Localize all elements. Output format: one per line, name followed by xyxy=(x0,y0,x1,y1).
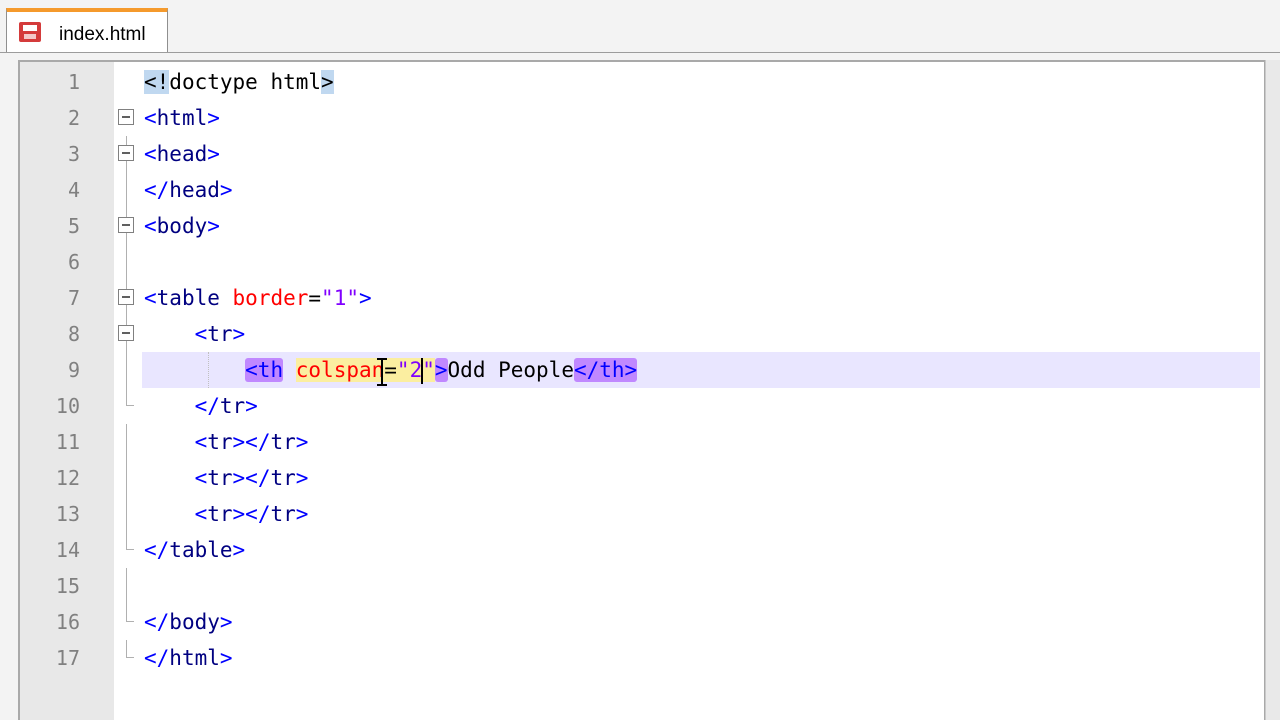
tab-index-html[interactable]: index.html xyxy=(6,8,168,52)
line-code: </html> xyxy=(144,646,233,670)
code-line: 12 <tr></tr> xyxy=(20,460,1264,496)
matched-attribute: colspan="2" xyxy=(295,358,435,384)
line-number: 8 xyxy=(67,322,80,346)
fold-end-marker xyxy=(126,388,134,406)
code-line: 4 </head> xyxy=(20,172,1264,208)
code-line-active: 9 <th colspan="2">Odd People</th> xyxy=(20,352,1264,388)
line-number: 9 xyxy=(67,358,80,382)
code-line: 3 <head> xyxy=(20,136,1264,172)
line-code: <table border="1"> xyxy=(144,286,372,310)
ibeam-cursor-icon xyxy=(376,358,388,386)
fold-collapse-icon[interactable] xyxy=(118,145,134,161)
line-number: 15 xyxy=(55,574,80,598)
line-number: 16 xyxy=(55,610,80,634)
vertical-scrollbar[interactable] xyxy=(1265,60,1280,720)
line-code: <html> xyxy=(144,106,220,130)
line-code: <tr></tr> xyxy=(194,430,309,454)
line-number: 12 xyxy=(55,466,80,490)
line-number: 2 xyxy=(67,106,80,130)
line-number: 4 xyxy=(67,178,80,202)
fold-collapse-icon[interactable] xyxy=(118,289,134,305)
fold-end-marker xyxy=(126,604,134,622)
fold-end-marker xyxy=(126,640,134,658)
line-code: <!doctype html> xyxy=(144,64,334,100)
fold-collapse-icon[interactable] xyxy=(118,325,134,341)
line-code: </head> xyxy=(144,178,233,202)
fold-guide xyxy=(126,172,127,208)
save-file-icon xyxy=(19,22,41,42)
code-line: 6 xyxy=(20,244,1264,280)
code-line: 7 <table border="1"> xyxy=(20,280,1264,316)
code-editor[interactable]: 1 <!doctype html> 2 <html> 3 <head> 4 </… xyxy=(18,60,1266,720)
line-number: 3 xyxy=(67,142,80,166)
fold-guide xyxy=(126,352,127,388)
fold-guide xyxy=(126,568,127,604)
line-number: 7 xyxy=(67,286,80,310)
code-line: 11 <tr></tr> xyxy=(20,424,1264,460)
line-code: <tr> xyxy=(194,322,246,346)
doctype-open: <! xyxy=(144,70,170,94)
line-code: <tr></tr> xyxy=(194,466,309,490)
fold-guide xyxy=(126,244,127,280)
line-number: 14 xyxy=(55,538,80,562)
line-number: 13 xyxy=(55,502,80,526)
line-code: </table> xyxy=(144,538,246,562)
line-code: <th colspan="2">Odd People</th> xyxy=(144,352,638,388)
doctype-close: > xyxy=(321,70,334,94)
line-code: <head> xyxy=(144,142,220,166)
code-line: 15 xyxy=(20,568,1264,604)
matched-close-tag: </th> xyxy=(573,358,638,382)
code-line: 1 <!doctype html> xyxy=(20,64,1264,100)
line-number: 17 xyxy=(55,646,80,670)
fold-collapse-icon[interactable] xyxy=(118,217,134,233)
doctype-text: doctype html xyxy=(169,70,322,94)
cell-text: Odd People xyxy=(447,358,574,382)
line-code: </tr> xyxy=(194,394,258,418)
matched-open-tag-end: > xyxy=(434,358,448,382)
tab-label: index.html xyxy=(59,24,146,45)
line-code: </body> xyxy=(144,610,233,634)
tab-bar: index.html xyxy=(0,0,1280,53)
line-number: 10 xyxy=(55,394,80,418)
code-line: 2 <html> xyxy=(20,100,1264,136)
fold-guide xyxy=(126,460,127,496)
line-number: 6 xyxy=(67,250,80,274)
line-number: 5 xyxy=(67,214,80,238)
code-line: 8 <tr> xyxy=(20,316,1264,352)
line-code: <tr></tr> xyxy=(194,502,309,526)
line-number: 11 xyxy=(55,430,80,454)
fold-guide xyxy=(126,424,127,460)
code-line: 5 <body> xyxy=(20,208,1264,244)
code-line: 14 </table> xyxy=(20,532,1264,568)
fold-guide xyxy=(126,496,127,532)
code-line: 16 </body> xyxy=(20,604,1264,640)
matched-open-tag: <th xyxy=(245,358,284,382)
code-line: 13 <tr></tr> xyxy=(20,496,1264,532)
line-number: 1 xyxy=(67,70,80,94)
fold-collapse-icon[interactable] xyxy=(118,109,134,125)
line-code: <body> xyxy=(144,214,220,238)
code-line: 10 </tr> xyxy=(20,388,1264,424)
code-line: 17 </html> xyxy=(20,640,1264,676)
fold-end-marker xyxy=(126,532,134,550)
